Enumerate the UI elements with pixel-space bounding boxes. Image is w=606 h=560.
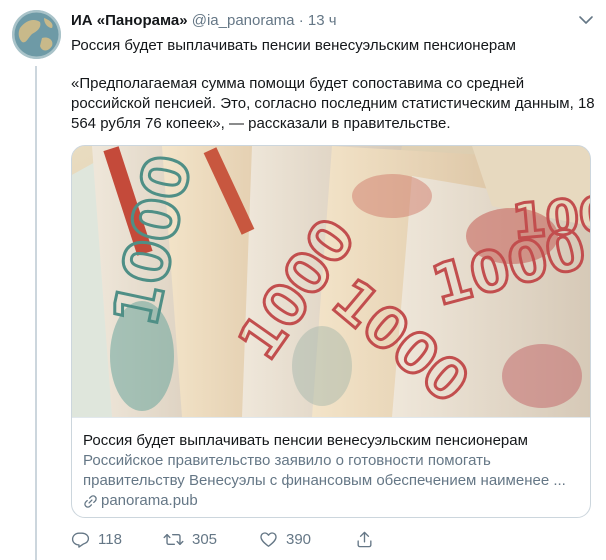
link-card[interactable]: 1000 1000 1000 1000 1000 Россия будет вы…	[71, 145, 591, 518]
tweet-actions: 118 305 390	[71, 530, 591, 549]
thread-line	[35, 66, 37, 560]
card-description[interactable]: Российское правительство заявило о готов…	[83, 451, 579, 491]
avatar[interactable]	[12, 10, 61, 59]
like-count: 390	[286, 531, 312, 548]
retweet-count: 305	[192, 531, 218, 548]
card-domain[interactable]: panorama.pub	[83, 491, 579, 511]
card-body[interactable]: Россия будет выплачивать пенсии венесуэл…	[72, 417, 590, 511]
share-icon	[357, 531, 372, 548]
globe-avatar-icon	[12, 10, 61, 59]
tweet-text-headline: Россия будет выплачивать пенсии венесуэл…	[71, 37, 516, 54]
tweet-time[interactable]: 13 ч	[308, 12, 337, 29]
card-domain-text[interactable]: panorama.pub	[101, 491, 198, 511]
card-title[interactable]: Россия будет выплачивать пенсии венесуэл…	[83, 431, 579, 451]
author-name[interactable]: ИА «Панорама»	[71, 12, 188, 29]
author-handle[interactable]: @ia_panorama	[192, 12, 295, 29]
share-button[interactable]	[349, 530, 395, 549]
reply-count: 118	[98, 531, 122, 548]
tweet-text-quote: «Предполагаемая сумма помощи будет сопос…	[71, 75, 595, 132]
reply-button[interactable]: 118	[71, 530, 161, 549]
heart-icon	[260, 532, 277, 547]
tweet-header: ИА «Панорама» @ia_panorama · 13 ч	[71, 11, 591, 31]
banknote-numeral: 1000	[510, 183, 590, 250]
separator-dot: ·	[298, 12, 304, 29]
card-image[interactable]: 1000 1000 1000 1000 1000	[72, 146, 590, 417]
retweet-icon	[163, 533, 184, 546]
retweet-button[interactable]: 305	[161, 530, 253, 549]
reply-icon	[71, 532, 90, 548]
tweet: ИА «Панорама» @ia_panorama · 13 ч Россия…	[71, 11, 595, 549]
link-icon	[84, 494, 97, 508]
like-button[interactable]: 390	[253, 530, 349, 549]
